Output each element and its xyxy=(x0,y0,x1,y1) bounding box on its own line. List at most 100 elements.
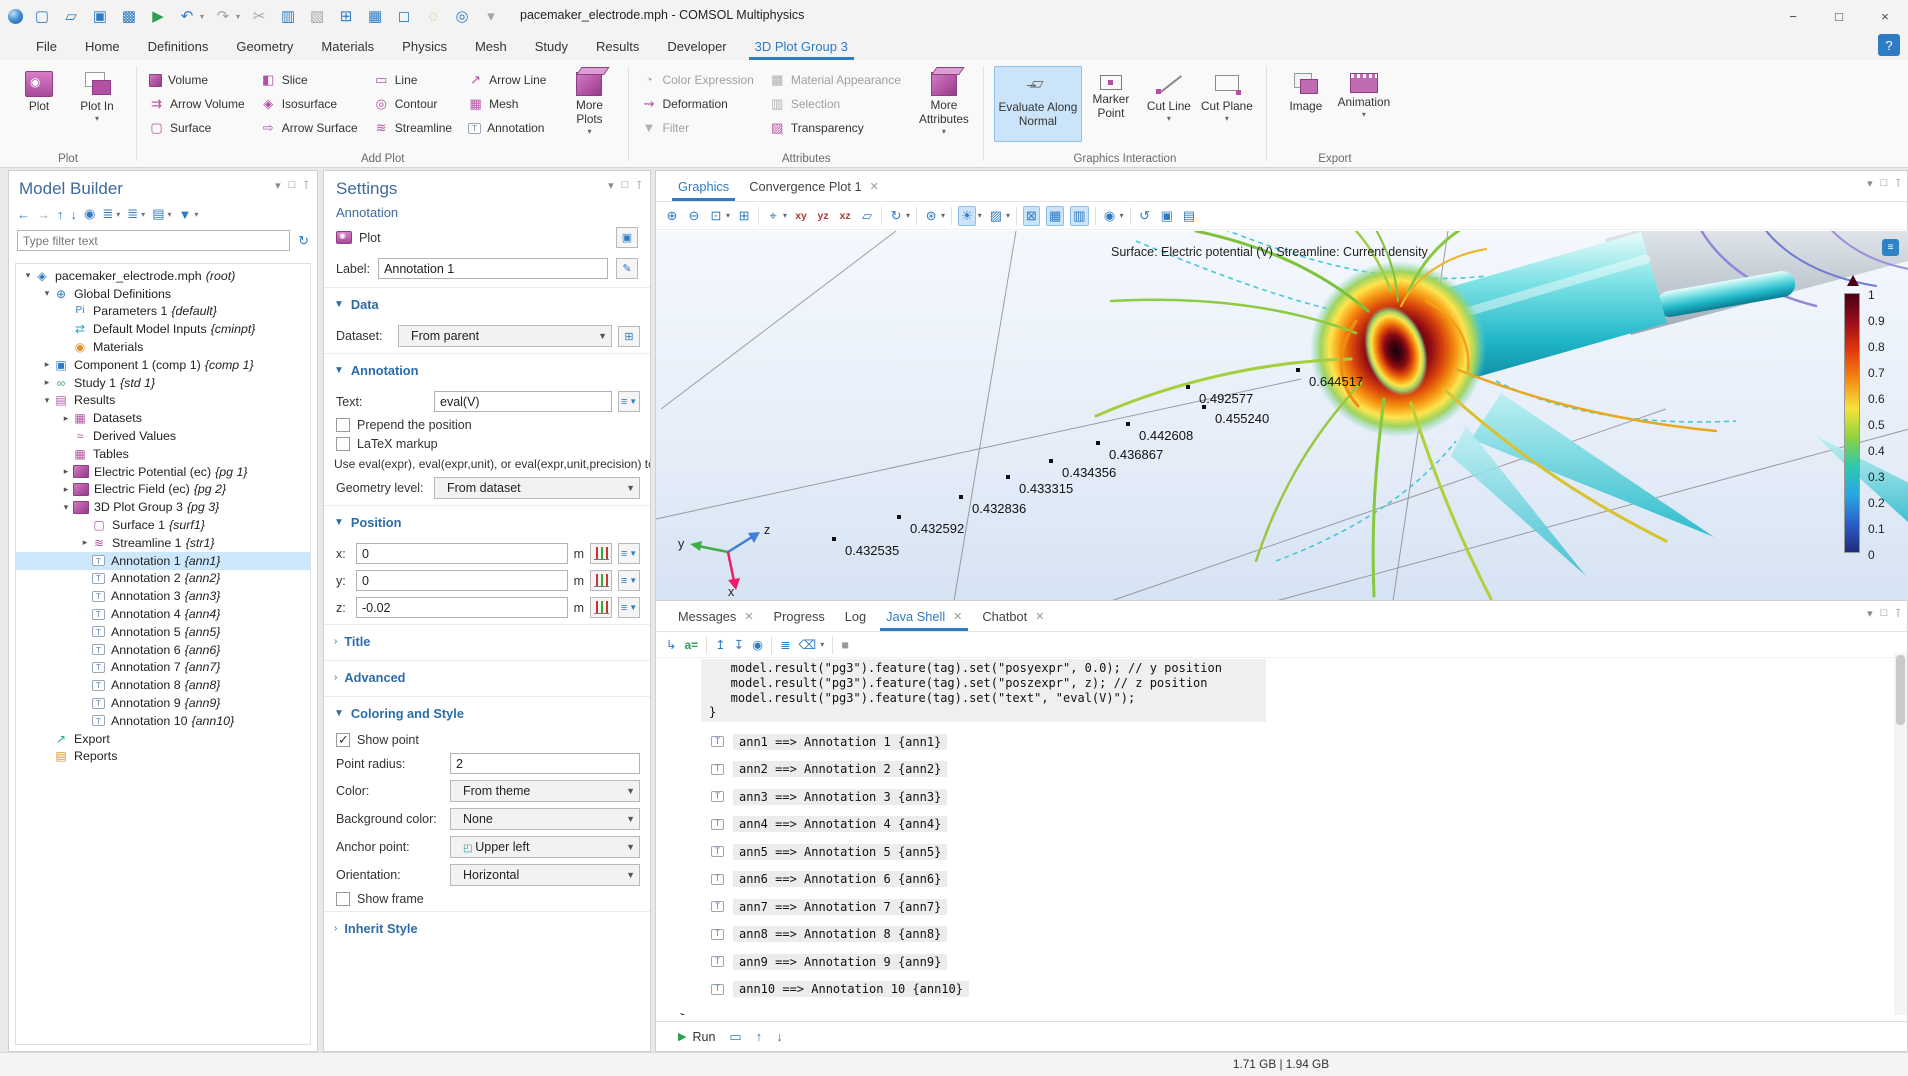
zoom-in-icon[interactable]: ⊕ xyxy=(664,207,680,225)
position-x-input[interactable] xyxy=(356,543,568,564)
section-annotation[interactable]: ▼ Annotation xyxy=(324,353,650,385)
tree-item-electric-field-ec[interactable]: ▸Electric Field (ec){pg 2} xyxy=(16,481,310,499)
contour-button[interactable]: ◎Contour xyxy=(372,92,462,116)
tree-item-annotation-3[interactable]: TAnnotation 3{ann3} xyxy=(16,587,310,605)
tab-log[interactable]: Log xyxy=(835,601,876,631)
tree-item-annotation-9[interactable]: TAnnotation 9{ann9} xyxy=(16,694,310,712)
collapse-chevron-icon[interactable]: ▸ xyxy=(60,466,72,477)
show-icon[interactable]: ◉ xyxy=(84,206,95,222)
tree-item-annotation-5[interactable]: TAnnotation 5{ann5} xyxy=(16,623,310,641)
scroll-down-icon[interactable]: ↓ xyxy=(776,1029,783,1044)
float-icon[interactable]: □ xyxy=(289,179,296,192)
background-color-dropdown[interactable]: None▼ xyxy=(450,808,640,830)
tree-filter-input[interactable] xyxy=(17,230,290,251)
annotation-text-input[interactable] xyxy=(434,391,612,412)
position-z-input[interactable] xyxy=(356,597,568,618)
panel-menu-icon[interactable]: ▾ xyxy=(608,179,614,192)
print-icon[interactable]: ▤ xyxy=(1181,207,1197,225)
position-y-input[interactable] xyxy=(356,570,568,591)
show-variables-icon[interactable]: a= xyxy=(684,638,698,652)
scroll-to-bottom-icon[interactable]: ↧ xyxy=(734,637,744,652)
show-selection-colors-icon[interactable]: ⊠ xyxy=(1023,206,1040,226)
model-tree-node-text-icon[interactable]: ▤ xyxy=(152,206,164,222)
section-data[interactable]: ▼ Data xyxy=(324,287,650,319)
arrow-line-button[interactable]: ↗Arrow Line xyxy=(466,68,556,92)
undo-icon[interactable]: ↶ xyxy=(177,7,197,25)
undo-dropdown-icon[interactable]: ▾ xyxy=(200,12,204,21)
dock-icon[interactable]: ⊺ xyxy=(303,179,309,192)
clear-shell-dropdown-icon[interactable]: ▾ xyxy=(820,640,824,649)
section-advanced[interactable]: › Advanced xyxy=(324,660,650,692)
close-icon[interactable]: ✕ xyxy=(744,610,753,623)
show-frame-checkbox[interactable] xyxy=(336,892,350,906)
evaluate-along-normal-button[interactable]: Evaluate Along Normal xyxy=(994,66,1082,142)
new-file-icon[interactable]: ▢ xyxy=(32,7,52,25)
maximize-button[interactable]: □ xyxy=(1816,0,1862,32)
go-to-default-view-dropdown-icon[interactable]: ▾ xyxy=(783,211,787,220)
tree-item-streamline-1[interactable]: ▸≋Streamline 1{str1} xyxy=(16,534,310,552)
duplicate-icon[interactable]: ⊞ xyxy=(336,7,356,25)
go-to-default-view-icon[interactable]: ⌖ xyxy=(765,207,781,225)
zoom-box-icon[interactable]: ⊡ xyxy=(708,207,724,225)
menu-geometry[interactable]: Geometry xyxy=(222,32,307,60)
menu-3d-plot-group-3[interactable]: 3D Plot Group 3 xyxy=(741,32,862,60)
shell-prompt[interactable]: > xyxy=(680,1009,1893,1015)
latex-markup-checkbox[interactable] xyxy=(336,437,350,451)
tab-chatbot[interactable]: Chatbot✕ xyxy=(972,601,1054,631)
back-icon[interactable]: ← xyxy=(17,207,30,222)
find-icon[interactable]: ◎ xyxy=(452,7,472,25)
zoom-extents-icon[interactable]: ⊞ xyxy=(736,207,752,225)
tree-item-datasets[interactable]: ▸▦Datasets xyxy=(16,409,310,427)
section-title[interactable]: › Title xyxy=(324,624,650,656)
float-icon[interactable]: □ xyxy=(1881,177,1888,190)
volume-button[interactable]: Volume xyxy=(147,68,255,92)
tree-item-electric-potential-ec[interactable]: ▸Electric Potential (ec){pg 1} xyxy=(16,463,310,481)
transparency-dropdown-icon[interactable]: ▾ xyxy=(1006,211,1010,220)
delete-icon[interactable]: ▦ xyxy=(365,7,385,25)
menu-mesh[interactable]: Mesh xyxy=(461,32,521,60)
expression-unit-button[interactable]: ≡▼ xyxy=(618,543,640,564)
image-button[interactable]: Image xyxy=(1277,66,1335,142)
tab-convergence-plot-1[interactable]: Convergence Plot 1✕ xyxy=(739,171,889,201)
menu-results[interactable]: Results xyxy=(582,32,653,60)
rotate-icon[interactable]: ↻ xyxy=(888,207,904,225)
tree-item-component-1-comp-1[interactable]: ▸▣Component 1 (comp 1){comp 1} xyxy=(16,356,310,374)
panel-menu-icon[interactable]: ▾ xyxy=(275,179,281,192)
insert-expression-button[interactable]: ≡▼ xyxy=(618,391,640,412)
console-scrollbar[interactable] xyxy=(1894,653,1907,1015)
panel-menu-icon[interactable]: ▾ xyxy=(1867,607,1873,620)
snapshot-camera-icon[interactable]: ▣ xyxy=(1159,207,1175,225)
tab-java-shell[interactable]: Java Shell✕ xyxy=(876,601,972,631)
scene-light-icon[interactable]: ☀ xyxy=(958,206,976,226)
graphics-canvas[interactable]: Surface: Electric potential (V) Streamli… xyxy=(656,231,1908,601)
range-button[interactable] xyxy=(590,543,612,564)
menu-developer[interactable]: Developer xyxy=(653,32,740,60)
plot-button[interactable]: Plot xyxy=(10,66,68,142)
rename-button[interactable]: ✎ xyxy=(616,258,638,279)
scroll-to-top-icon[interactable]: ↥ xyxy=(715,637,725,652)
tab-graphics[interactable]: Graphics xyxy=(668,171,739,201)
expand-all-icon[interactable]: ≣ xyxy=(127,206,138,222)
zoom-box-dropdown-icon[interactable]: ▾ xyxy=(726,211,730,220)
panel-menu-icon[interactable]: ▾ xyxy=(1867,177,1873,190)
tree-item-default-model-inputs[interactable]: ⇄Default Model Inputs{cminpt} xyxy=(16,320,310,338)
expand-chevron-icon[interactable]: ▾ xyxy=(60,502,72,513)
close-icon[interactable]: ✕ xyxy=(1035,610,1044,623)
expression-unit-button[interactable]: ≡▼ xyxy=(618,597,640,618)
scroll-up-icon[interactable]: ↑ xyxy=(756,1029,763,1044)
plot-context-menu-icon[interactable]: ≡ xyxy=(1882,239,1899,256)
menu-home[interactable]: Home xyxy=(71,32,134,60)
show-color-legend-icon[interactable]: ▥ xyxy=(1070,206,1088,226)
color-dropdown[interactable]: From theme▼ xyxy=(450,780,640,802)
tree-item-surface-1[interactable]: ▢Surface 1{surf1} xyxy=(16,516,310,534)
annotation-label-input[interactable] xyxy=(378,258,608,279)
tree-item-results[interactable]: ▾▤Results xyxy=(16,392,310,410)
tree-item-annotation-10[interactable]: TAnnotation 10{ann10} xyxy=(16,712,310,730)
prepend-position-checkbox[interactable] xyxy=(336,418,350,432)
tree-item-reports[interactable]: ▤Reports xyxy=(16,748,310,766)
redo-icon[interactable]: ↷ xyxy=(213,7,233,25)
arrow-volume-button[interactable]: ⇉Arrow Volume xyxy=(147,92,255,116)
float-icon[interactable]: □ xyxy=(622,179,629,192)
tree-item-pacemaker-electrode-mph[interactable]: ▾◈pacemaker_electrode.mph(root) xyxy=(16,267,310,285)
section-inherit-style[interactable]: › Inherit Style xyxy=(324,911,650,943)
